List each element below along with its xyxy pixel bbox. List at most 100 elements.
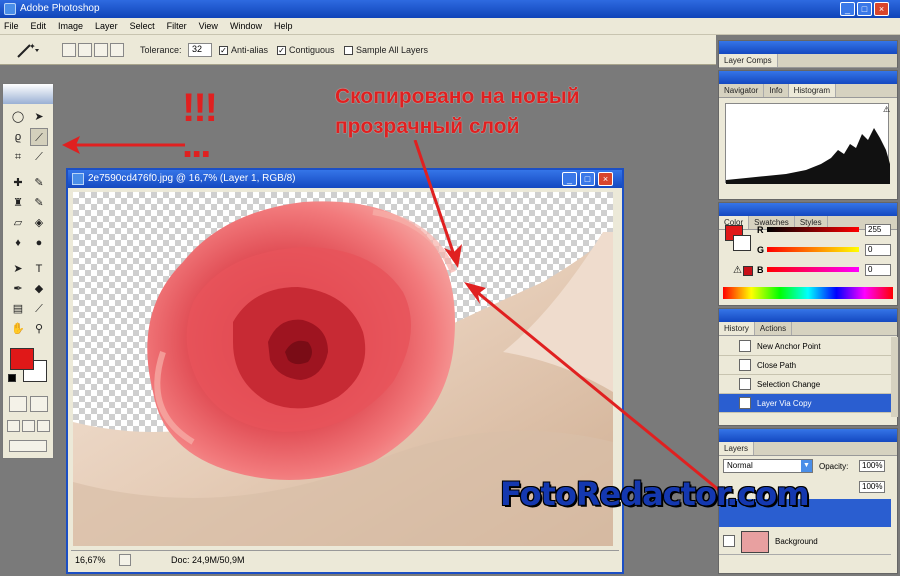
toolbox: ◯ ➤ ϱ ⟋ ⌗ ⟋ ✚ ✎ ♜ ✎ ▱ ◈ ♦ ● ➤ T ✒ ◆ ▤ ⟋ …: [2, 83, 54, 459]
add-selection-icon[interactable]: [78, 43, 92, 57]
document-title: 2e7590cd476f0.jpg @ 16,7% (Layer 1, RGB/…: [88, 173, 296, 184]
history-item-label: New Anchor Point: [757, 341, 821, 351]
tab-layers[interactable]: Layers: [719, 442, 755, 455]
menu-file[interactable]: File: [4, 21, 19, 31]
tolerance-input[interactable]: 32: [188, 43, 212, 57]
menu-window[interactable]: Window: [230, 21, 262, 31]
history-state-icon: [739, 378, 751, 390]
tab-actions[interactable]: Actions: [755, 322, 793, 335]
history-state-icon: [739, 340, 751, 352]
hand-tool-icon[interactable]: ✋: [9, 320, 27, 338]
intersect-selection-icon[interactable]: [110, 43, 124, 57]
jump-to-imageready-icon[interactable]: [9, 440, 47, 452]
screen-mode-full-icon[interactable]: [37, 420, 50, 432]
clone-stamp-icon[interactable]: ♜: [9, 194, 27, 212]
tab-layer-comps[interactable]: Layer Comps: [719, 54, 778, 67]
screen-mode-menu-icon[interactable]: [22, 420, 35, 432]
sample-all-checkbox[interactable]: [344, 46, 353, 55]
anti-alias-checkbox[interactable]: ✓: [219, 46, 228, 55]
path-selection-icon[interactable]: ➤: [9, 260, 27, 278]
marquee-tool-icon[interactable]: ◯: [9, 108, 27, 126]
zoom-level[interactable]: 16,67%: [75, 555, 106, 565]
layer-comps-tabs: Layer Comps: [719, 54, 897, 68]
svg-text:✦: ✦: [29, 42, 36, 51]
status-icon[interactable]: [119, 554, 131, 566]
magic-wand-preset-icon[interactable]: ✦: [14, 41, 42, 59]
healing-brush-icon[interactable]: ✚: [9, 174, 27, 192]
paint-bucket-icon[interactable]: ◈: [30, 214, 48, 232]
menu-edit[interactable]: Edit: [31, 21, 47, 31]
crop-tool-icon[interactable]: ⌗: [9, 148, 27, 166]
pen-tool-icon[interactable]: ✒: [9, 280, 27, 298]
blur-tool-icon[interactable]: ♦: [9, 234, 27, 252]
app-title: Adobe Photoshop: [20, 3, 100, 14]
eye-icon[interactable]: [723, 535, 735, 547]
history-item-selected[interactable]: Layer Via Copy: [719, 394, 891, 413]
histogram-panel: Navigator Info Histogram ⚠: [718, 70, 898, 200]
gamut-warning-icon[interactable]: ⚠: [733, 265, 742, 276]
standard-mode-icon[interactable]: [9, 396, 27, 412]
annotation-arrow-left: [62, 136, 185, 154]
menu-view[interactable]: View: [199, 21, 218, 31]
type-tool-icon[interactable]: T: [30, 260, 48, 278]
chevron-down-icon[interactable]: ▼: [801, 460, 812, 472]
menu-layer[interactable]: Layer: [95, 21, 118, 31]
tab-navigator[interactable]: Navigator: [719, 84, 765, 97]
document-status-bar: 16,67% Doc: 24,9M/50,9M: [71, 550, 619, 570]
g-slider[interactable]: [767, 247, 859, 252]
history-scrollbar[interactable]: [891, 337, 898, 417]
default-colors-icon[interactable]: [8, 374, 16, 382]
tab-info[interactable]: Info: [764, 84, 789, 97]
move-tool-icon[interactable]: ➤: [30, 108, 48, 126]
history-item-label: Close Path: [757, 360, 797, 370]
color-bg-swatch[interactable]: [733, 235, 751, 251]
b-value-input[interactable]: 0: [865, 264, 891, 276]
close-button[interactable]: ×: [874, 2, 889, 16]
toolbox-header: [3, 84, 53, 104]
screen-mode-standard-icon[interactable]: [7, 420, 20, 432]
r-value-input[interactable]: 255: [865, 224, 891, 236]
history-brush-icon[interactable]: ✎: [30, 194, 48, 212]
shape-tool-icon[interactable]: ◆: [30, 280, 48, 298]
history-state-icon: [739, 359, 751, 371]
notes-tool-icon[interactable]: ▤: [9, 300, 27, 318]
r-slider[interactable]: [767, 227, 859, 232]
history-item-label: Layer Via Copy: [757, 398, 812, 408]
tab-history[interactable]: History: [719, 322, 755, 335]
contiguous-checkbox[interactable]: ✓: [277, 46, 286, 55]
history-item[interactable]: Selection Change: [719, 375, 891, 394]
slice-tool-icon[interactable]: ⟋: [30, 148, 48, 166]
maximize-button[interactable]: □: [857, 2, 872, 16]
menu-filter[interactable]: Filter: [167, 21, 187, 31]
menu-image[interactable]: Image: [58, 21, 83, 31]
lasso-tool-icon[interactable]: ϱ: [9, 128, 27, 146]
color-panel: Color Swatches Styles R 255 G 0 ⚠ B 0: [718, 202, 898, 306]
g-value-input[interactable]: 0: [865, 244, 891, 256]
dodge-tool-icon[interactable]: ●: [30, 234, 48, 252]
tab-histogram[interactable]: Histogram: [788, 84, 837, 97]
histogram-warning-icon[interactable]: ⚠: [883, 105, 890, 114]
quick-mask-icon[interactable]: [30, 396, 48, 412]
histogram-tabs: Navigator Info Histogram: [719, 84, 897, 98]
annotation-text: Скопировано на новый прозрачный слой: [335, 82, 655, 142]
eraser-tool-icon[interactable]: ▱: [9, 214, 27, 232]
photoshop-icon: [4, 3, 16, 15]
brush-tool-icon[interactable]: ✎: [30, 174, 48, 192]
color-ramp[interactable]: [723, 287, 893, 299]
magic-wand-tool-icon[interactable]: ⟋: [30, 128, 48, 146]
history-item[interactable]: Close Path: [719, 356, 891, 375]
new-selection-icon[interactable]: [62, 43, 76, 57]
layer-row-background[interactable]: Background: [719, 529, 891, 555]
b-slider[interactable]: [767, 267, 859, 272]
history-item[interactable]: New Anchor Point: [719, 337, 891, 356]
opacity-input[interactable]: 100%: [859, 460, 885, 472]
minimize-button[interactable]: _: [840, 2, 855, 16]
menu-help[interactable]: Help: [274, 21, 293, 31]
gamut-color-swatch[interactable]: [743, 266, 753, 276]
menu-select[interactable]: Select: [130, 21, 155, 31]
layer-comps-panel: Layer Comps: [718, 40, 898, 68]
blend-mode-select[interactable]: Normal: [723, 459, 813, 473]
eyedropper-icon[interactable]: ⟋: [30, 300, 48, 318]
zoom-tool-icon[interactable]: ⚲: [30, 320, 48, 338]
subtract-selection-icon[interactable]: [94, 43, 108, 57]
